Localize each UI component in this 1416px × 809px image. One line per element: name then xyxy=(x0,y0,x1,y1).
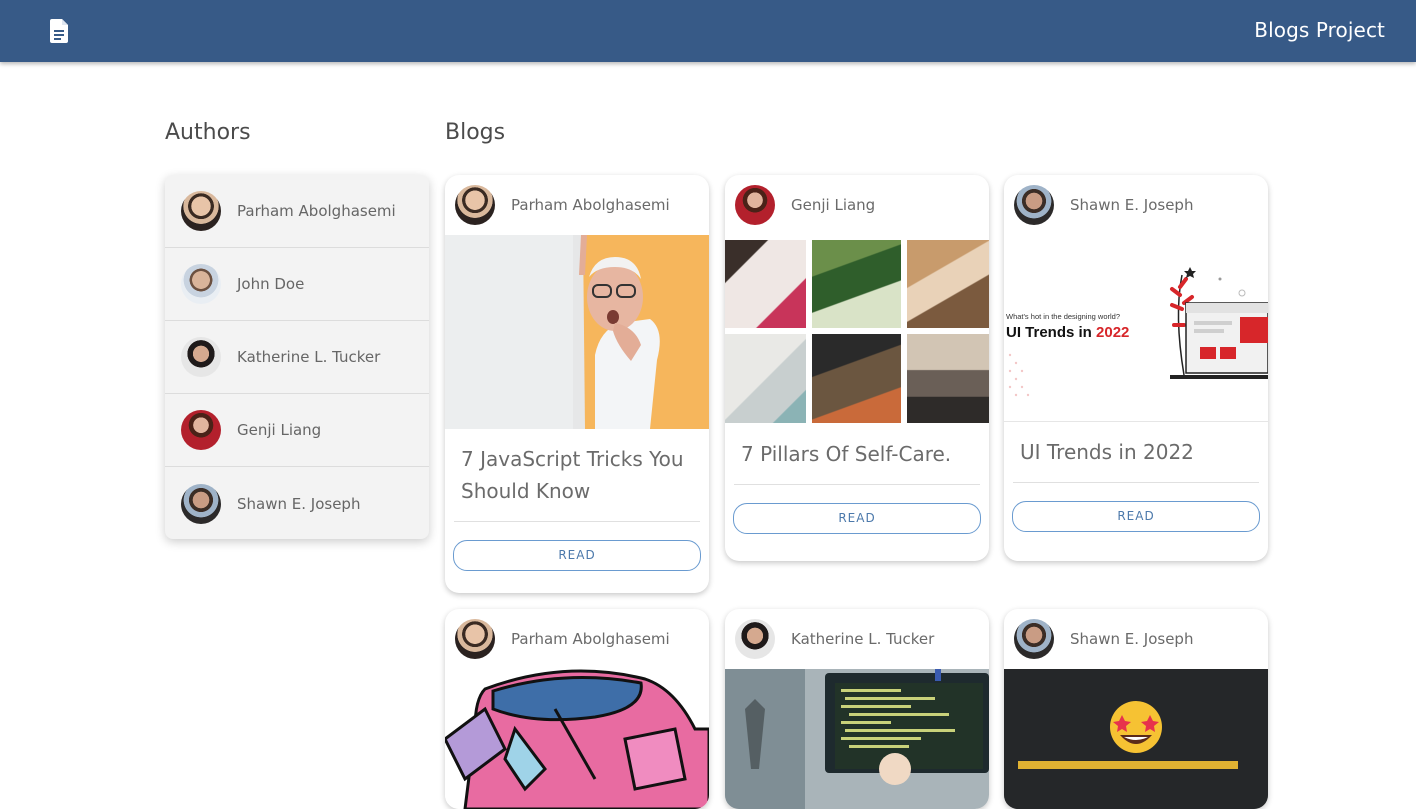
card-header: Shawn E. Joseph xyxy=(1004,175,1268,235)
avatar xyxy=(735,185,775,225)
divider xyxy=(734,484,980,485)
card-header: Parham Abolghasemi xyxy=(445,609,709,669)
avatar xyxy=(735,619,775,659)
author-item[interactable]: John Doe xyxy=(165,248,429,321)
author-name: John Doe xyxy=(237,275,305,293)
app-bar: Blogs Project xyxy=(0,0,1416,62)
author-name: Parham Abolghasemi xyxy=(237,202,396,220)
star-struck-emoji-icon xyxy=(1110,701,1162,753)
author-item[interactable]: Parham Abolghasemi xyxy=(165,175,429,248)
app-title[interactable]: Blogs Project xyxy=(1254,18,1385,42)
read-button[interactable]: READ xyxy=(1012,501,1260,532)
card-author-name: Parham Abolghasemi xyxy=(511,196,670,214)
blog-card: Shawn E. Joseph What's hot in the design… xyxy=(1004,175,1268,561)
author-name: Shawn E. Joseph xyxy=(237,494,361,513)
card-author-name: Katherine L. Tucker xyxy=(791,630,935,648)
image-tagline: What's hot in the designing world? xyxy=(1006,312,1120,321)
blogs-heading: Blogs xyxy=(445,120,506,145)
card-author-name: Shawn E. Joseph xyxy=(1070,630,1194,648)
card-author-name: Shawn E. Joseph xyxy=(1070,196,1194,214)
blog-card: Parham Abolghasemi xyxy=(445,609,709,809)
blog-title[interactable]: 7 Pillars Of Self-Care. xyxy=(725,424,989,470)
avatar xyxy=(181,191,221,231)
card-header: Genji Liang xyxy=(725,175,989,235)
authors-heading: Authors xyxy=(165,120,251,145)
blog-card: Katherine L. Tucker xyxy=(725,609,989,809)
author-item[interactable]: Katherine L. Tucker xyxy=(165,321,429,394)
avatar xyxy=(455,185,495,225)
blog-image: What's hot in the designing world? UI Tr… xyxy=(1004,235,1268,422)
author-item[interactable]: Shawn E. Joseph xyxy=(165,467,429,539)
image-headline-year: 2022 xyxy=(1096,324,1129,341)
card-header: Parham Abolghasemi xyxy=(445,175,709,235)
blog-card: Genji Liang 7 Pillars Of Self-Care. READ xyxy=(725,175,989,561)
authors-list: Parham Abolghasemi John Doe Katherine L.… xyxy=(165,175,429,539)
author-name: Katherine L. Tucker xyxy=(237,348,381,366)
avatar xyxy=(1014,185,1054,225)
card-header: Shawn E. Joseph xyxy=(1004,609,1268,669)
card-author-name: Genji Liang xyxy=(791,196,876,214)
divider xyxy=(1013,482,1259,483)
blog-image xyxy=(445,669,709,809)
blog-image xyxy=(725,669,989,809)
blog-card: Parham Abolghasemi 7 JavaScript Tricks Y… xyxy=(445,175,709,593)
divider xyxy=(454,521,700,522)
blog-title[interactable]: 7 JavaScript Tricks You Should Know xyxy=(445,429,709,507)
avatar xyxy=(455,619,495,659)
document-icon[interactable] xyxy=(50,19,70,43)
blog-image xyxy=(725,235,989,424)
blog-card: Shawn E. Joseph xyxy=(1004,609,1268,809)
blog-title[interactable]: UI Trends in 2022 xyxy=(1004,422,1268,468)
author-item[interactable]: Genji Liang xyxy=(165,394,429,467)
avatar xyxy=(181,264,221,304)
svg-text:UI Trends in 2022: UI Trends in 2022 xyxy=(1006,324,1129,341)
author-name: Genji Liang xyxy=(237,421,322,439)
blog-image xyxy=(1004,669,1268,809)
read-button[interactable]: READ xyxy=(453,540,701,571)
card-header: Katherine L. Tucker xyxy=(725,609,989,669)
avatar xyxy=(181,337,221,377)
avatar xyxy=(1014,619,1054,659)
avatar xyxy=(181,483,221,524)
avatar xyxy=(181,410,221,450)
read-button[interactable]: READ xyxy=(733,503,981,534)
card-author-name: Parham Abolghasemi xyxy=(511,630,670,648)
image-headline: UI Trends in xyxy=(1006,324,1092,341)
blog-image xyxy=(445,235,709,429)
